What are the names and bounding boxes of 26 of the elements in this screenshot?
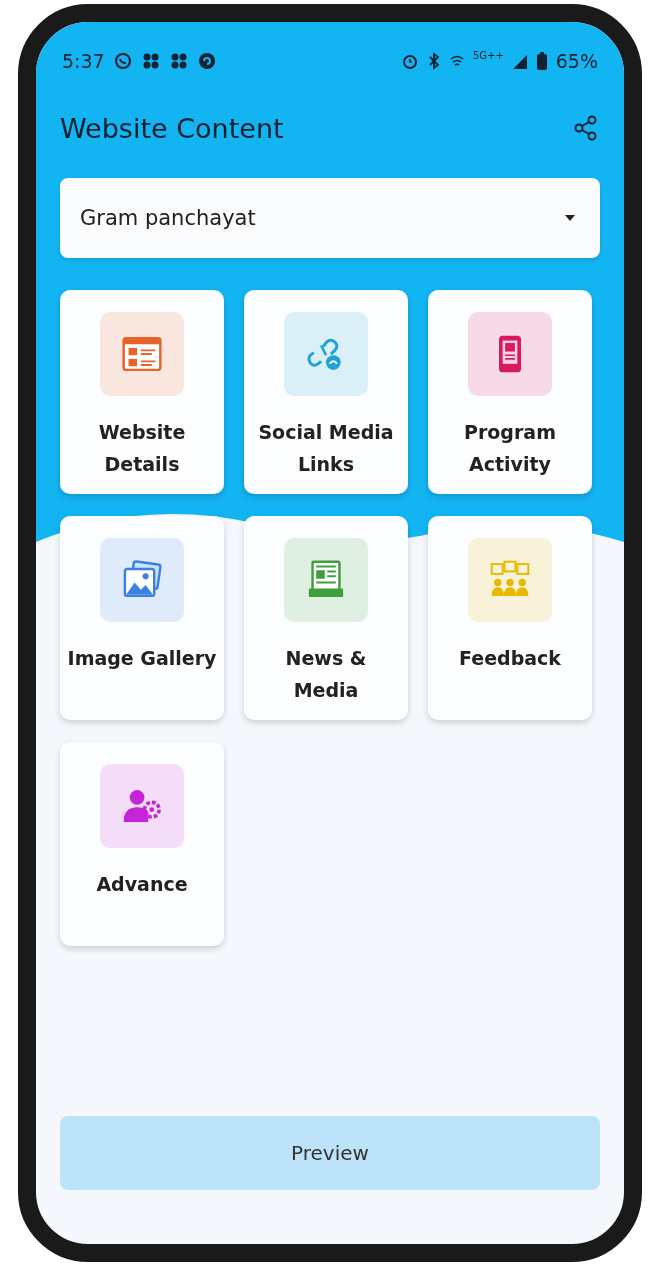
menu-tile[interactable]: Program Activity bbox=[428, 290, 592, 494]
status-time: 5:37 bbox=[62, 50, 105, 72]
menu-tile[interactable]: News & Media bbox=[244, 516, 408, 720]
battery-percent: 65% bbox=[555, 50, 598, 72]
tile-label: News & Media bbox=[284, 646, 368, 703]
menu-tile[interactable]: Advance bbox=[60, 742, 224, 946]
caret-icon bbox=[564, 214, 576, 222]
tile-label: Website Details bbox=[97, 420, 187, 477]
menu-tile[interactable]: Website Details bbox=[60, 290, 224, 494]
circle-icon bbox=[196, 51, 217, 71]
battery-icon bbox=[535, 51, 548, 71]
bluetooth-icon bbox=[426, 52, 441, 70]
tile-label: Program Activity bbox=[463, 420, 557, 477]
alarm-icon bbox=[400, 52, 419, 70]
menu-tile[interactable]: Image Gallery bbox=[60, 516, 224, 720]
tile-label: Image Gallery bbox=[67, 646, 217, 671]
menu-tile[interactable]: Social Media Links bbox=[244, 290, 408, 494]
dropdown[interactable]: Gram panchayat bbox=[60, 178, 600, 258]
app-title: Website Content bbox=[60, 112, 284, 144]
tile-label: Advance bbox=[95, 872, 189, 897]
network-label: 5G++ bbox=[472, 50, 504, 61]
wifi-icon bbox=[448, 53, 465, 69]
tile-label: Social Media Links bbox=[257, 420, 395, 477]
preview-button[interactable]: Preview bbox=[60, 1116, 600, 1190]
menu-tile[interactable]: Feedback bbox=[428, 516, 592, 720]
tile-label: Feedback bbox=[458, 646, 562, 671]
